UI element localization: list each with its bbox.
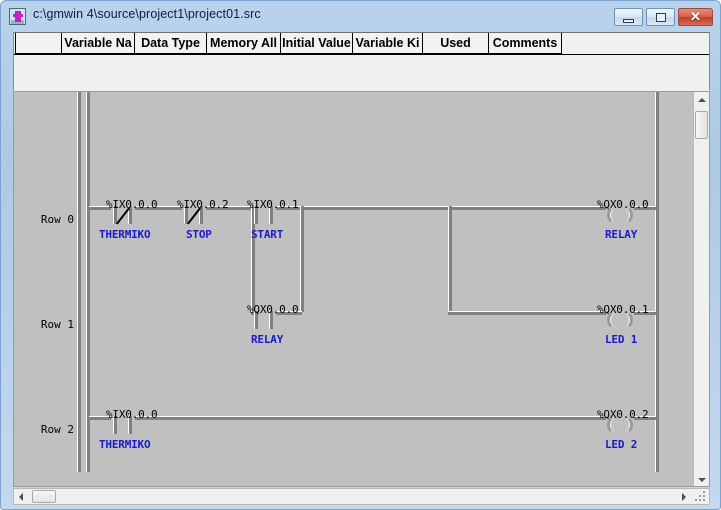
branch-rail-right — [300, 206, 304, 312]
output-branch-rail — [448, 206, 452, 312]
coil-led1-row1-address: %QX0.0.1 — [597, 303, 649, 316]
horizontal-scroll-thumb[interactable] — [32, 490, 56, 503]
coil-led2-row2-address: %QX0.0.2 — [597, 408, 649, 421]
contact-thermiko-row0-address: %IX0.0.0 — [106, 198, 158, 211]
close-button[interactable]: ✕ — [678, 8, 713, 26]
row-label-0: Row 0 — [40, 213, 74, 226]
contact-relay-latch-row1-variable-name: RELAY — [251, 333, 284, 346]
row-label-1: Row 1 — [40, 318, 74, 331]
left-power-rail — [86, 92, 90, 472]
scroll-left-arrow[interactable] — [14, 489, 30, 504]
coil-led2-row2-variable-name: LED 2 — [605, 438, 638, 451]
contact-start-row0-address: %IX0.0.1 — [247, 198, 299, 211]
right-power-rail — [655, 92, 659, 472]
column-header-blank[interactable] — [15, 33, 62, 54]
rung-wire — [135, 416, 606, 420]
minimize-button[interactable] — [614, 8, 643, 26]
scroll-down-arrow[interactable] — [694, 472, 709, 486]
contact-start-row0-variable-name: START — [251, 228, 284, 241]
contact-relay-latch-row1-address: %QX0.0.0 — [247, 303, 299, 316]
minimize-icon — [623, 19, 634, 23]
horizontal-scrollbar[interactable] — [13, 488, 710, 505]
contact-stop-row0-address: %IX0.0.2 — [177, 198, 229, 211]
row-label-2: Row 2 — [40, 423, 74, 436]
resize-grip[interactable] — [694, 490, 708, 503]
coil-relay-row0-variable-name: RELAY — [605, 228, 638, 241]
maximize-button[interactable] — [646, 8, 675, 26]
title-bar: c:\gmwin 4\source\project1\project01.src… — [1, 1, 721, 31]
scroll-up-arrow[interactable] — [694, 92, 709, 108]
column-header-variable-ki[interactable]: Variable Ki — [353, 33, 423, 54]
column-header-variable-na[interactable]: Variable Na — [62, 33, 135, 54]
contact-stop-row0-variable-name: STOP — [186, 228, 212, 241]
variable-table-body[interactable] — [14, 54, 709, 91]
column-header-comments[interactable]: Comments — [489, 33, 562, 54]
vertical-scroll-thumb[interactable] — [695, 111, 708, 139]
scroll-right-arrow[interactable] — [676, 489, 692, 504]
variable-table-header: Variable Na Data Type Memory All Initial Va… — [14, 33, 709, 54]
variable-table: Variable Na Data Type Memory All Initial Va… — [13, 32, 710, 91]
close-icon: ✕ — [690, 9, 701, 24]
contact-thermiko-row2-address: %IX0.0.0 — [106, 408, 158, 421]
maximize-icon — [656, 13, 666, 22]
ladder-editor-pane[interactable]: Row 0Row 1Row 2Row 3%IX0.0.0THERMIKO%IX0… — [13, 91, 710, 487]
rung-wire — [448, 311, 606, 315]
application-window: c:\gmwin 4\source\project1\project01.src… — [0, 0, 721, 510]
column-header-used[interactable]: Used — [423, 33, 489, 54]
gmwin-document-icon — [9, 8, 26, 25]
column-header-data-type[interactable]: Data Type — [135, 33, 207, 54]
coil-led1-row1-variable-name: LED 1 — [605, 333, 638, 346]
coil-relay-row0-address: %QX0.0.0 — [597, 198, 649, 211]
column-header-memory-all[interactable]: Memory All — [207, 33, 281, 54]
contact-thermiko-row0-variable-name: THERMIKO — [99, 228, 151, 241]
column-header-initial-value[interactable]: Initial Value — [281, 33, 353, 54]
vertical-scrollbar[interactable] — [693, 92, 709, 486]
contact-thermiko-row2-variable-name: THERMIKO — [99, 438, 151, 451]
row-gutter-divider — [77, 92, 81, 472]
ladder-canvas[interactable]: Row 0Row 1Row 2Row 3%IX0.0.0THERMIKO%IX0… — [14, 92, 695, 472]
window-title: c:\gmwin 4\source\project1\project01.src — [33, 7, 261, 21]
rung-wire — [276, 206, 606, 210]
